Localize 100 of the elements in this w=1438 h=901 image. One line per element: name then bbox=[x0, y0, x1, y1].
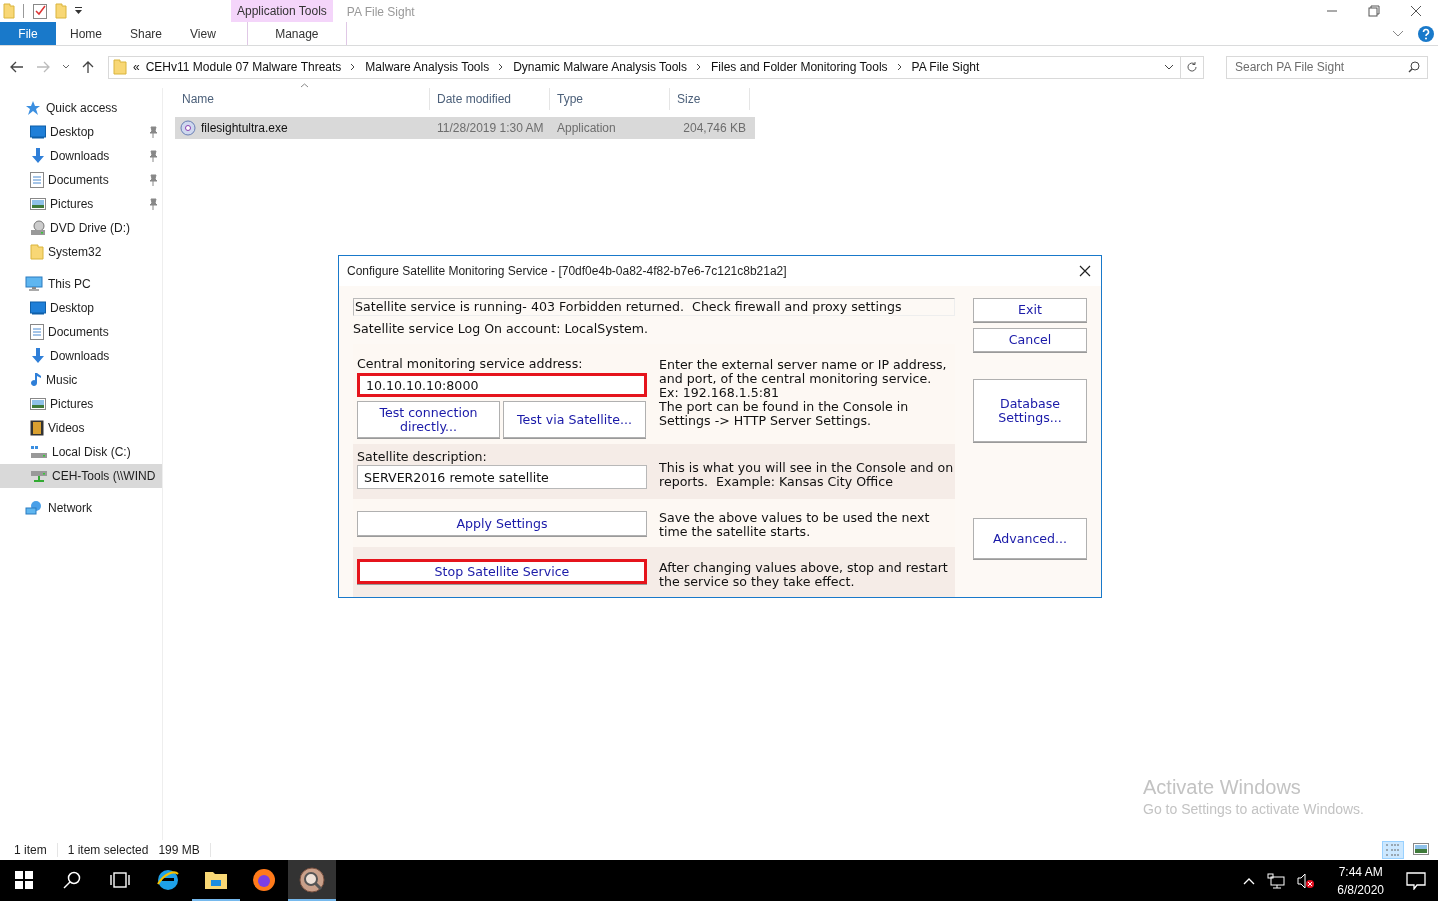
checklist-icon bbox=[33, 3, 47, 19]
nav-item[interactable]: Desktop bbox=[0, 296, 162, 320]
network-drive-icon bbox=[30, 469, 48, 483]
file-row[interactable]: filesightultra.exe 11/28/2019 1:30 AM Application 204,746 KB bbox=[175, 117, 755, 139]
logon-text: Satellite service Log On account: LocalSystem. bbox=[353, 321, 650, 336]
browser-e-icon bbox=[156, 867, 180, 892]
nav-item[interactable]: Downloads bbox=[0, 144, 162, 168]
selection-count: 1 item selected bbox=[67, 843, 149, 857]
details-view-icon bbox=[1385, 843, 1401, 857]
nav-item[interactable]: Local Disk (C:) bbox=[0, 440, 162, 464]
folder-icon bbox=[55, 3, 67, 19]
dialog-button[interactable]: Database Settings... bbox=[973, 379, 1087, 442]
nav-item[interactable]: CEH-Tools (\\WIND bbox=[0, 464, 162, 488]
path-overflow[interactable]: « bbox=[133, 60, 140, 74]
field-label: Central monitoring service address: bbox=[357, 356, 584, 371]
dialog-button[interactable]: Cancel bbox=[973, 328, 1087, 352]
chevron-right-icon bbox=[896, 63, 903, 71]
date-cell-text: 11/28/2019 1:30 AM bbox=[436, 121, 545, 135]
action-button[interactable]: Apply Settings bbox=[357, 511, 647, 536]
restore-icon bbox=[1368, 5, 1380, 17]
search-field[interactable]: Search PA File Sight bbox=[1226, 55, 1428, 79]
dialog-title: Configure Satellite Monitoring Service - [70df0e4b-0a82-4f82-b7e6-7c121c8b21a2] bbox=[347, 264, 788, 278]
path-segment[interactable]: CEHv11 Module 07 Malware Threats bbox=[145, 60, 342, 74]
nav-item[interactable]: Desktop bbox=[0, 120, 162, 144]
ribbon-tab[interactable]: View bbox=[176, 22, 230, 45]
folder-icon bbox=[3, 3, 15, 19]
nav-item[interactable]: Documents bbox=[0, 320, 162, 344]
refresh-icon bbox=[1186, 61, 1198, 73]
ribbon-tab[interactable]: Home bbox=[56, 22, 116, 45]
magnifier-disc-icon bbox=[299, 866, 325, 893]
nav-item[interactable]: Pictures bbox=[0, 392, 162, 416]
desktop-icon bbox=[30, 125, 46, 139]
document-icon bbox=[30, 172, 44, 188]
nav-item[interactable]: Downloads bbox=[0, 344, 162, 368]
nav-item[interactable]: Music bbox=[0, 368, 162, 392]
separator-icon bbox=[23, 4, 25, 18]
network-icon bbox=[25, 500, 43, 516]
path-segment[interactable]: PA File Sight bbox=[911, 60, 980, 74]
dropdown-icon bbox=[75, 6, 83, 16]
ribbon-tab[interactable]: Share bbox=[116, 22, 177, 45]
chevron-down-icon bbox=[1392, 29, 1404, 38]
description-field[interactable]: SERVER2016 remote satellite bbox=[357, 465, 647, 489]
nav-group[interactable]: This PC bbox=[0, 272, 162, 296]
desktop-icon bbox=[30, 301, 46, 315]
chevron-up-icon bbox=[1243, 876, 1256, 885]
dialog-button[interactable]: Advanced... bbox=[973, 518, 1087, 559]
test-button[interactable]: Test connection directly... bbox=[357, 401, 500, 438]
clock[interactable]: 7:44 AM 6/8/2020 bbox=[1327, 862, 1394, 899]
nav-item[interactable]: Pictures bbox=[0, 192, 162, 216]
download-arrow-icon bbox=[30, 148, 46, 164]
document-icon bbox=[30, 324, 44, 340]
status-message: Satellite service is running- 403 Forbidden returned. Check firewall and proxy settings bbox=[353, 298, 955, 316]
network-icon bbox=[1267, 872, 1286, 889]
picture-icon bbox=[30, 198, 46, 210]
window-title: PA File Sight bbox=[345, 4, 416, 21]
large-icons-view-icon bbox=[1413, 843, 1429, 855]
chevron-right-icon bbox=[350, 63, 357, 71]
nav-item[interactable]: DVD Drive (D:) bbox=[0, 216, 162, 240]
windows-logo-icon bbox=[15, 870, 33, 889]
column-header[interactable]: Size bbox=[670, 88, 750, 110]
folder-icon bbox=[113, 59, 127, 75]
help-text: Enter the external server name or IP address, and port, of the central monitoring service. Ex: 192.168.1.5:81 The port can be found in the Console in Settings -> HTTP Server Settings. bbox=[659, 356, 948, 430]
column-header[interactable]: Type bbox=[550, 88, 670, 110]
chevron-down-icon bbox=[1164, 64, 1174, 70]
field-label: Satellite description: bbox=[357, 449, 488, 464]
path-segment[interactable]: Malware Analysis Tools bbox=[365, 60, 490, 74]
path-segment[interactable]: Dynamic Malware Analysis Tools bbox=[513, 60, 688, 74]
dvd-drive-icon bbox=[30, 220, 46, 236]
forward-arrow-icon bbox=[36, 61, 50, 73]
search-icon bbox=[1408, 60, 1420, 73]
chevron-right-icon bbox=[498, 63, 505, 71]
nav-item[interactable]: Documents bbox=[0, 168, 162, 192]
column-header[interactable]: Name bbox=[175, 88, 430, 110]
type-cell-text: Application bbox=[556, 121, 617, 135]
address-field[interactable]: 10.10.10.10:8000 bbox=[357, 373, 647, 397]
nav-group[interactable]: Network bbox=[0, 496, 162, 520]
column-header[interactable]: Date modified bbox=[430, 88, 550, 110]
picture-icon bbox=[30, 398, 46, 410]
path-segment[interactable]: Files and Folder Monitoring Tools bbox=[711, 60, 888, 74]
contextual-tab-group: Application Tools bbox=[231, 0, 333, 22]
activation-text: Go to Settings to activate Windows. bbox=[1143, 801, 1364, 817]
local-disk-icon bbox=[30, 445, 48, 459]
nav-item[interactable]: Videos bbox=[0, 416, 162, 440]
file-name: filesightultra.exe bbox=[201, 121, 288, 135]
application-icon bbox=[180, 120, 196, 136]
taskbar-app[interactable] bbox=[288, 860, 336, 901]
help-text: This is what you will see in the Console and on reports. Example: Kansas City Office bbox=[659, 459, 955, 489]
film-icon bbox=[30, 420, 44, 436]
ribbon-tab[interactable]: File bbox=[0, 22, 56, 45]
close-icon bbox=[1079, 265, 1091, 277]
address-bar[interactable]: « CEHv11 Module 07 Malware Threats Malware Analysis Tools Dynamic Malware Analysis Tools Files and Folder Monitoring Tools PA File Sight bbox=[108, 55, 1204, 79]
test-button[interactable]: Test via Satellite... bbox=[503, 401, 646, 438]
ribbon-tab[interactable]: Manage bbox=[246, 22, 347, 45]
dialog-button[interactable]: Exit bbox=[973, 298, 1087, 322]
fox-globe-icon bbox=[252, 867, 276, 892]
action-button[interactable]: Stop Satellite Service bbox=[357, 559, 647, 584]
nav-item[interactable]: System32 bbox=[0, 240, 162, 264]
nav-group[interactable]: Quick access bbox=[0, 96, 162, 120]
close-icon bbox=[1410, 5, 1422, 17]
download-arrow-icon bbox=[30, 348, 46, 364]
